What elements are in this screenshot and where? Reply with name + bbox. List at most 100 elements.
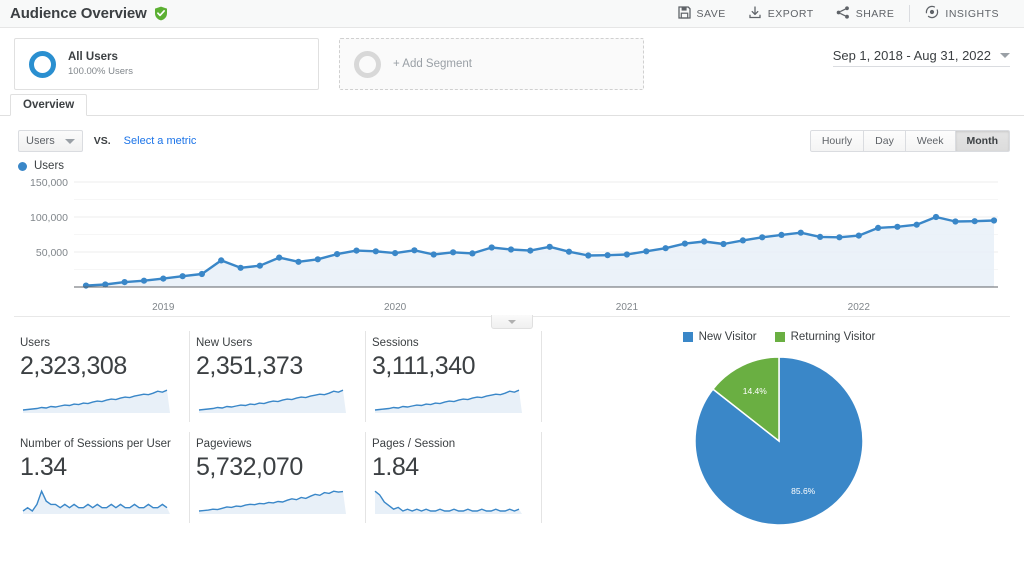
chart-data-point [121, 279, 128, 286]
main-chart-svg: 50,000 100,000 150,000 [30, 177, 998, 289]
metric-sparkline [372, 486, 527, 514]
chart-data-point [334, 251, 341, 258]
x-axis-tick-label: 2020 [383, 302, 407, 313]
segment-all-users[interactable]: All Users 100.00% Users [14, 38, 319, 90]
chart-data-point [739, 237, 747, 244]
metric-card[interactable]: Sessions 3,111,340 [366, 331, 542, 422]
verified-shield-icon [154, 6, 168, 21]
pie-legend-label: New Visitor [698, 331, 757, 343]
metric-card[interactable]: New Users 2,351,373 [190, 331, 366, 422]
chart-data-point [643, 248, 650, 255]
chart-data-point [488, 244, 495, 251]
granularity-day[interactable]: Day [864, 130, 906, 152]
metric-select[interactable]: Users [18, 130, 83, 152]
pie-legend: New Visitor Returning Visitor [682, 331, 875, 343]
chart-collapse-handle[interactable] [491, 315, 533, 329]
chart-data-point [411, 247, 418, 254]
visitor-type-pie-chart[interactable]: 85.6% 14.4% [679, 353, 879, 533]
pie-legend-new-visitor[interactable]: New Visitor [682, 331, 757, 343]
chart-data-point [797, 229, 804, 236]
bottom-panel: Users 2,323,308 New Users 2,351,373 Sess… [0, 317, 1024, 533]
metric-label: Users [20, 337, 51, 349]
segment-name: All Users [68, 50, 118, 63]
pie-slice-label: 14.4% [743, 386, 768, 396]
metric-card[interactable]: Pages / Session 1.84 [366, 432, 542, 523]
segment-subtitle: 100.00% Users [68, 66, 133, 78]
app-header: Audience Overview SAVE EXPORT SHARE INSI… [0, 0, 1024, 28]
metric-select-value: Users [26, 135, 55, 147]
sparkline-svg [198, 490, 346, 514]
metric-value: 2,351,373 [196, 352, 303, 380]
chart-data-point [179, 273, 186, 280]
chart-data-point [604, 252, 611, 259]
metric-sparkline [20, 486, 175, 514]
chart-data-point [353, 247, 360, 254]
metric-value: 3,111,340 [372, 352, 476, 380]
page-title: Audience Overview [10, 5, 147, 22]
metric-label: New Users [196, 337, 253, 349]
chart-data-point [875, 224, 882, 231]
tab-overview[interactable]: Overview [10, 94, 88, 116]
chart-data-point [565, 248, 573, 255]
export-label: EXPORT [767, 7, 814, 20]
y-axis-tick-label: 100,000 [30, 212, 68, 224]
chart-data-point [372, 248, 379, 255]
metric-sparkline [196, 486, 351, 514]
chart-data-point [623, 251, 631, 258]
chart-data-point [855, 232, 862, 239]
metric-card[interactable]: Number of Sessions per User 1.34 [14, 432, 190, 523]
granularity-month[interactable]: Month [955, 130, 1010, 152]
chart-data-point [778, 231, 785, 238]
chart-data-point [836, 234, 843, 241]
chart-controls: Users VS. Select a metric Hourly Day Wee… [0, 116, 1024, 154]
chart-data-point [546, 243, 553, 250]
chart-data-point [82, 282, 90, 289]
users-over-time-chart[interactable]: 50,000 100,000 150,000 [0, 172, 1024, 300]
metric-card[interactable]: Users 2,323,308 [14, 331, 190, 422]
date-range-picker[interactable]: Sep 1, 2018 - Aug 31, 2022 [832, 48, 1010, 67]
date-range-value: Sep 1, 2018 - Aug 31, 2022 [832, 48, 991, 63]
pie-legend-returning-visitor[interactable]: Returning Visitor [774, 331, 875, 343]
granularity-hourly[interactable]: Hourly [809, 130, 865, 152]
chart-data-point [894, 223, 901, 230]
save-button[interactable]: SAVE [667, 0, 737, 28]
chart-data-point [585, 252, 592, 259]
x-axis-tick-label: 2019 [152, 302, 175, 313]
export-download-icon [748, 5, 762, 22]
metric-label: Pages / Session [372, 438, 456, 450]
insights-button[interactable]: INSIGHTS [914, 0, 1010, 28]
metric-value: 1.34 [20, 453, 67, 481]
metric-value: 5,732,070 [196, 453, 303, 481]
metric-card[interactable]: Pageviews 5,732,070 [190, 432, 366, 523]
chart-data-point [990, 217, 998, 224]
segment-bar: All Users 100.00% Users + Add Segment Se… [0, 28, 1024, 92]
share-icon [836, 5, 850, 22]
insights-label: INSIGHTS [945, 7, 999, 20]
sparkline-svg [374, 490, 522, 514]
tab-bar: Overview [0, 92, 1024, 116]
legend-label-users: Users [34, 160, 65, 172]
chart-data-point [392, 250, 399, 257]
metric-sparkline [20, 385, 175, 413]
chart-data-point [932, 213, 940, 221]
legend-dot-icon [18, 161, 27, 171]
chart-data-point [681, 240, 689, 247]
granularity-week[interactable]: Week [905, 130, 956, 152]
chart-data-point [701, 238, 708, 245]
metric-cards-grid: Users 2,323,308 New Users 2,351,373 Sess… [14, 331, 542, 533]
add-segment-button[interactable]: + Add Segment [339, 38, 644, 90]
chart-data-point [450, 249, 457, 256]
share-button[interactable]: SHARE [825, 0, 906, 28]
chart-data-point [256, 262, 263, 269]
sparkline-svg [198, 389, 346, 413]
export-button[interactable]: EXPORT [737, 0, 825, 28]
chart-data-point [237, 264, 244, 271]
select-a-metric-link[interactable]: Select a metric [124, 135, 197, 147]
chart-data-point [295, 258, 302, 265]
chart-data-point [276, 254, 283, 261]
chart-legend: Users [0, 154, 1024, 172]
x-axis-tick-label: 2022 [847, 302, 870, 313]
chart-data-point [759, 234, 766, 241]
chart-data-point [160, 275, 167, 282]
chart-x-axis: 2019 2020 2021 2022 [0, 300, 1024, 316]
